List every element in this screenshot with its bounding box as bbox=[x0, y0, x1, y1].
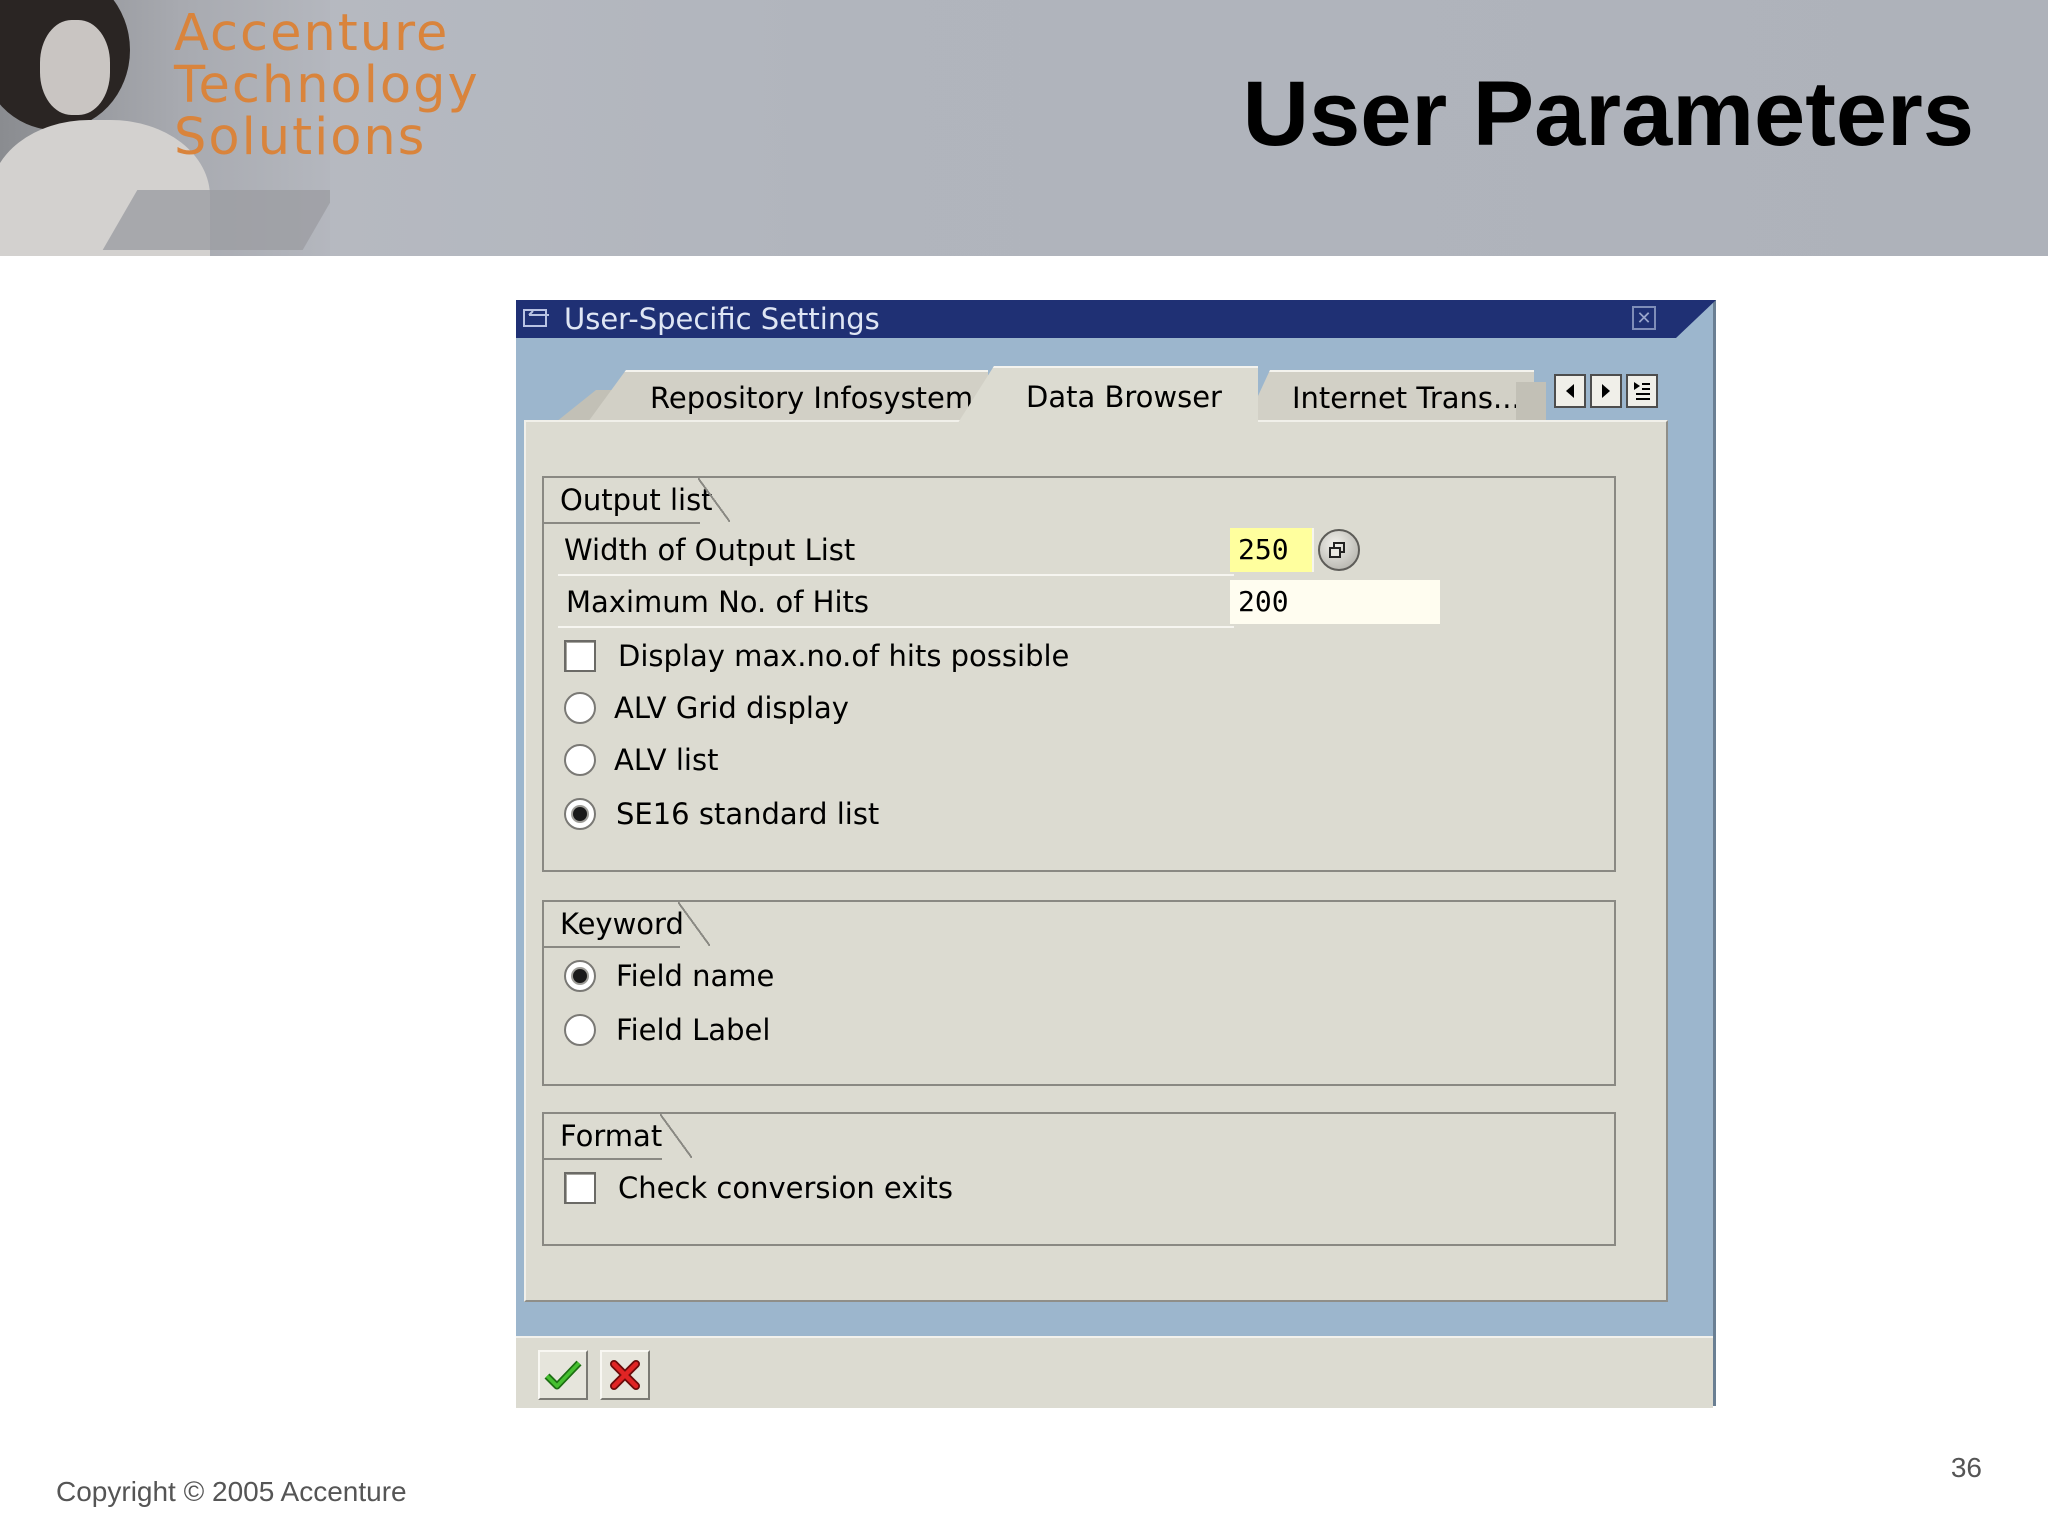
group-title-keyword: Keyword bbox=[544, 902, 710, 946]
ok-button[interactable] bbox=[538, 1350, 588, 1400]
value-help-icon bbox=[1329, 542, 1345, 558]
tab-scroll-right-button[interactable] bbox=[1590, 374, 1622, 408]
group-title-output-list: Output list bbox=[544, 478, 730, 522]
tab-label: Internet Trans... bbox=[1292, 381, 1521, 415]
copyright-text: Copyright © 2005 Accenture bbox=[56, 1476, 407, 1507]
radio-se16-standard-list[interactable] bbox=[564, 798, 596, 830]
cancel-x-icon bbox=[610, 1360, 640, 1390]
tab-label: Data Browser bbox=[1026, 380, 1222, 414]
tab-stack-decoration bbox=[1516, 382, 1546, 422]
field-label-label: Field Label bbox=[616, 1013, 771, 1047]
user-settings-dialog: User-Specific Settings ✕ Repository Info… bbox=[516, 300, 1716, 1408]
width-output-list-input[interactable]: 250 bbox=[1230, 528, 1314, 572]
tab-label: Repository Infosystem bbox=[650, 381, 974, 415]
alv-grid-display-label: ALV Grid display bbox=[614, 691, 849, 725]
company-logo: Accenture Technology Solutions bbox=[174, 8, 494, 164]
logo-line-3: Solutions bbox=[174, 108, 427, 167]
dialog-footer bbox=[516, 1336, 1713, 1408]
display-max-hits-checkbox[interactable] bbox=[564, 640, 596, 672]
max-hits-input[interactable]: 200 bbox=[1230, 580, 1440, 624]
check-conversion-exits-checkbox[interactable] bbox=[564, 1172, 596, 1204]
close-icon[interactable]: ✕ bbox=[1632, 306, 1656, 330]
display-max-hits-label: Display max.no.of hits possible bbox=[618, 639, 1070, 673]
width-output-list-label: Width of Output List bbox=[564, 533, 856, 567]
logo-line-1: Accenture bbox=[174, 4, 450, 63]
arrow-left-icon bbox=[1566, 384, 1574, 398]
window-icon bbox=[523, 307, 551, 329]
group-keyword: Keyword Field name Field Label bbox=[542, 900, 1616, 1086]
tab-content-panel: Output list Width of Output List 250 Max… bbox=[524, 420, 1668, 1302]
radio-field-name[interactable] bbox=[564, 960, 596, 992]
slide-title: User Parameters bbox=[1242, 63, 1974, 165]
tab-scroll-left-button[interactable] bbox=[1554, 374, 1586, 408]
group-title-format: Format bbox=[544, 1114, 692, 1158]
logo-line-2: Technology bbox=[174, 56, 480, 115]
tab-internet-trans[interactable]: Internet Trans... bbox=[1246, 370, 1534, 422]
radio-alv-list[interactable] bbox=[564, 744, 596, 776]
arrow-right-icon bbox=[1602, 384, 1610, 398]
se16-standard-list-label: SE16 standard list bbox=[616, 797, 880, 831]
cancel-button[interactable] bbox=[600, 1350, 650, 1400]
checkmark-icon bbox=[544, 1360, 582, 1390]
radio-alv-grid-display[interactable] bbox=[564, 692, 596, 724]
value-help-button[interactable] bbox=[1318, 529, 1360, 571]
radio-field-label[interactable] bbox=[564, 1014, 596, 1046]
max-hits-label: Maximum No. of Hits bbox=[566, 585, 869, 619]
page-number: 36 bbox=[1950, 1452, 1982, 1483]
tab-repository-infosystem[interactable]: Repository Infosystem bbox=[588, 370, 988, 422]
group-format: Format Check conversion exits bbox=[542, 1112, 1616, 1246]
check-conversion-exits-label: Check conversion exits bbox=[618, 1171, 953, 1205]
tab-list-button[interactable] bbox=[1626, 374, 1658, 408]
dialog-title: User-Specific Settings bbox=[564, 302, 880, 336]
alv-list-label: ALV list bbox=[614, 743, 719, 777]
slide-header: Accenture Technology Solutions User Para… bbox=[0, 0, 2048, 256]
dialog-titlebar[interactable]: User-Specific Settings ✕ bbox=[516, 300, 1716, 338]
tab-data-browser[interactable]: Data Browser bbox=[956, 366, 1258, 426]
tab-list-icon bbox=[1634, 382, 1650, 400]
group-output-list: Output list Width of Output List 250 Max… bbox=[542, 476, 1616, 872]
field-name-label: Field name bbox=[616, 959, 775, 993]
